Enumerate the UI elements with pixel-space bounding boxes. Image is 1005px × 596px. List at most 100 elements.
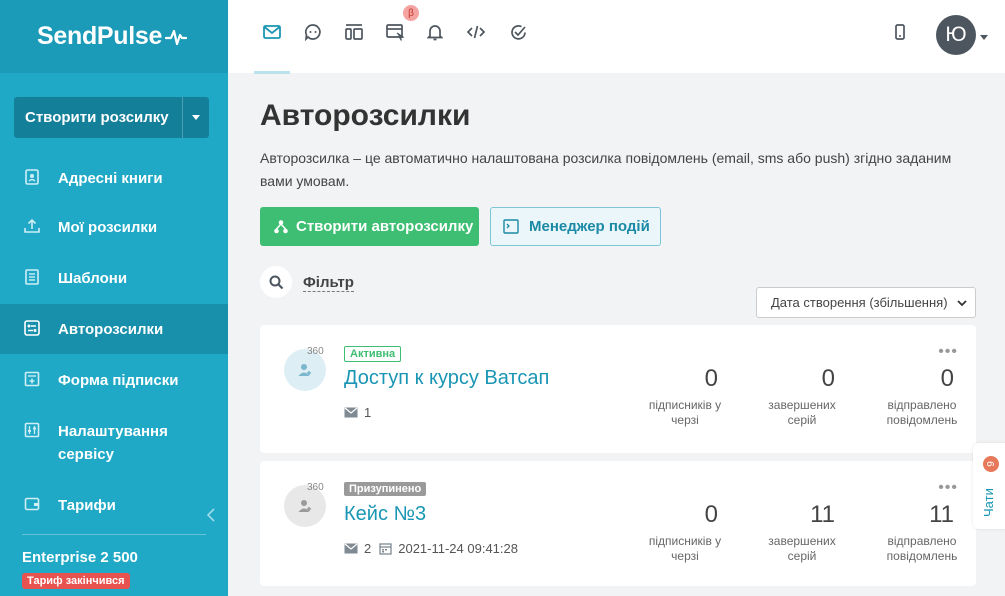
more-options-icon[interactable]: ••• — [938, 343, 958, 361]
chats-widget[interactable]: 9 Чати — [973, 443, 1005, 529]
sidebar-item-templates[interactable]: Шаблони — [0, 253, 228, 304]
chat-icon[interactable] — [303, 22, 323, 42]
event-manager-button[interactable]: Менеджер подій — [490, 207, 661, 246]
calendar-icon — [379, 543, 392, 555]
create-automation-label: Створити авторозсилку — [296, 218, 474, 235]
sidebar-item-label: Налаштування сервісу — [58, 423, 168, 463]
event-manager-label: Менеджер подій — [529, 218, 650, 235]
sidebar-item-label: Тарифи — [58, 497, 116, 514]
stat-label: завершених серій — [768, 398, 836, 427]
create-campaign-label: Створити розсилку — [25, 109, 169, 126]
avatar[interactable]: Ю — [936, 15, 976, 55]
automation-icon — [23, 319, 41, 337]
status-badge: Активна — [344, 346, 402, 362]
messages-count: 1 — [344, 405, 371, 420]
collapse-sidebar-icon[interactable] — [205, 507, 217, 523]
stat-value: 0 — [821, 365, 835, 392]
sidebar-header: SendPulse — [0, 0, 228, 73]
messages-count-value: 2 — [364, 541, 372, 556]
form-icon — [23, 370, 41, 388]
contacts-count-badge: 360 — [307, 346, 324, 357]
envelope-icon — [344, 407, 358, 418]
automation-title[interactable]: Доступ к курсу Ватсап — [344, 367, 549, 390]
sidebar-item-label: Адресні книги — [58, 170, 163, 187]
sidebar-item-label: Форма підписки — [58, 372, 179, 389]
code-icon[interactable] — [466, 22, 486, 42]
beta-badge: β — [403, 5, 419, 21]
created-date-value: 2021-11-24 09:41:28 — [398, 541, 518, 556]
contacts-count-badge: 360 — [307, 482, 324, 493]
active-section-indicator — [254, 71, 290, 74]
sidebar-item-label: Мої розсилки — [58, 219, 158, 236]
stat-value: 0 — [704, 501, 718, 528]
sidebar-item-label: Авторозсилки — [58, 321, 164, 338]
logo[interactable]: SendPulse — [37, 22, 188, 51]
check-icon[interactable] — [508, 22, 528, 42]
wallet-icon — [23, 495, 41, 513]
sidebar-item-my-campaigns[interactable]: Мої розсилки — [0, 202, 228, 253]
settings-icon — [23, 421, 41, 439]
stat-label: підписників у черзі — [648, 398, 722, 427]
sidebar: SendPulse Створити розсилку Адресні книг… — [0, 0, 228, 596]
more-options-icon[interactable]: ••• — [938, 479, 958, 497]
sidebar-nav: Адресні книги Мої розсилки Шаблони Автор… — [0, 152, 228, 529]
created-date: 2021-11-24 09:41:28 — [379, 541, 518, 556]
page-description: Авторозсилка – це автоматично налаштован… — [260, 150, 952, 189]
create-campaign-button[interactable]: Створити розсилку — [14, 97, 209, 138]
envelope-icon — [344, 543, 358, 554]
sidebar-item-tariffs[interactable]: Тарифи — [0, 479, 228, 529]
automation-meta: 1 — [344, 405, 379, 420]
stat-completed: 0 завершених серій — [765, 365, 839, 428]
automation-card[interactable]: 360 Активна Доступ к курсу Ватсап 1 ••• … — [260, 325, 976, 453]
create-automation-button[interactable]: Створити авторозсилку — [260, 207, 479, 246]
stat-completed: 11 завершених серій — [765, 501, 839, 564]
messages-count-value: 1 — [364, 405, 372, 420]
sidebar-item-subscription-form[interactable]: Форма підписки — [0, 354, 228, 405]
event-manager-icon — [503, 219, 519, 234]
stat-value: 11 — [810, 501, 835, 528]
stat-label: завершених серій — [768, 534, 836, 563]
search-icon — [269, 275, 283, 289]
chevron-down-icon — [192, 115, 200, 120]
messages-count: 2 — [344, 541, 371, 556]
stat-queue: 0 підписників у черзі — [648, 365, 722, 428]
page-title: Авторозсилки — [260, 99, 471, 132]
automation-meta: 2 2021-11-24 09:41:28 — [344, 541, 526, 556]
sidebar-item-automations[interactable]: Авторозсилки — [0, 304, 228, 354]
plan-name[interactable]: Enterprise 2 500 — [22, 549, 138, 566]
stat-label: відправлено повідомлень — [886, 398, 958, 427]
email-icon[interactable] — [262, 22, 282, 42]
sidebar-item-address-books[interactable]: Адресні книги — [0, 152, 228, 202]
add-user-icon — [298, 364, 311, 376]
automation-flow-icon — [273, 219, 289, 235]
stat-value: 0 — [940, 365, 954, 392]
stat-queue: 0 підписників у черзі — [648, 501, 722, 564]
stat-sent: 0 відправлено повідомлень — [882, 365, 962, 428]
mobile-icon[interactable] — [890, 22, 910, 42]
stat-value: 0 — [704, 365, 718, 392]
upload-icon — [23, 217, 41, 235]
bell-icon[interactable] — [425, 22, 445, 42]
automation-title[interactable]: Кейс №3 — [344, 503, 426, 526]
create-campaign-dropdown[interactable] — [182, 97, 209, 138]
automation-card[interactable]: 360 Призупинено Кейс №3 2 2021-11-24 09:… — [260, 461, 976, 586]
push-icon[interactable] — [344, 22, 364, 42]
sort-select[interactable]: Дата створення (збільшення) — [756, 287, 976, 318]
chevron-down-icon — [957, 300, 967, 307]
sidebar-item-service-settings[interactable]: Налаштування сервісу — [0, 405, 228, 479]
filter-toggle[interactable]: Фільтр — [303, 274, 354, 292]
stat-sent: 11 відправлено повідомлень — [882, 501, 962, 564]
filter-search-button[interactable] — [260, 266, 292, 298]
sidebar-item-label: Шаблони — [58, 270, 128, 287]
crm-icon[interactable] — [385, 22, 405, 42]
chats-count-badge: 9 — [983, 456, 999, 472]
top-bar: β Ю — [228, 0, 1005, 74]
sidebar-divider — [22, 534, 206, 535]
pulse-icon — [165, 29, 188, 45]
add-user-icon — [298, 500, 311, 512]
plan-status-badge: Тариф закінчився — [22, 573, 130, 589]
chevron-down-icon[interactable] — [980, 35, 988, 40]
logo-text: SendPulse — [37, 22, 163, 50]
stat-value: 11 — [929, 501, 954, 528]
sort-select-value: Дата створення (збільшення) — [771, 295, 948, 310]
